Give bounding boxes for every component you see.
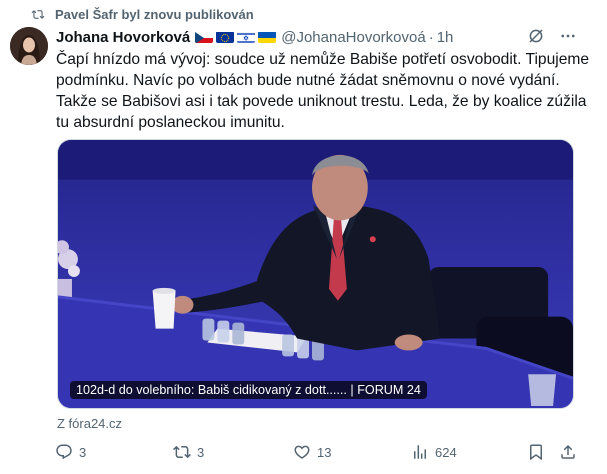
grok-icon[interactable] (527, 27, 545, 45)
reply-icon (56, 444, 72, 460)
more-options-icon[interactable] (559, 27, 577, 45)
tweet-text: Čapí hnízdo má vývoj: soudce už nemůže B… (56, 51, 590, 131)
article-photo (58, 140, 573, 408)
author-handle[interactable]: @JohanaHovorkovoá (281, 29, 425, 46)
action-bar: 3 3 13 624 (55, 443, 580, 465)
header-actions (527, 27, 577, 45)
share-icon (561, 444, 575, 459)
bookmark-button[interactable] (527, 443, 551, 461)
card-source-link[interactable]: Z fóra24.cz (57, 416, 122, 431)
flag-emojis (195, 31, 277, 43)
repost-count: 3 (197, 444, 205, 460)
like-button[interactable]: 13 (293, 443, 331, 461)
repost-button[interactable]: 3 (173, 443, 204, 461)
repost-icon (31, 9, 45, 19)
bookmark-icon (530, 444, 542, 461)
repost-icon (173, 445, 191, 459)
views-count: 624 (435, 444, 457, 460)
heart-icon (294, 445, 310, 459)
like-count: 13 (317, 444, 332, 460)
repost-banner[interactable]: Pavel Šafr byl znovu publikován (31, 5, 254, 23)
views-button[interactable]: 624 (411, 443, 457, 461)
czech-flag-icon (195, 31, 214, 43)
reply-count: 3 (79, 444, 87, 460)
eu-flag-icon (216, 31, 235, 43)
avatar[interactable] (10, 27, 48, 65)
israel-flag-icon (237, 31, 256, 43)
tweet-header: Johana Hovorková @JohanaHovorkovoá · 1h (56, 27, 577, 47)
share-button[interactable] (559, 443, 583, 461)
ukraine-flag-icon (258, 31, 277, 43)
author-name[interactable]: Johana Hovorková (56, 29, 190, 46)
separator-dot: · (428, 28, 434, 46)
card-caption: 102d-d do volebního: Babiš cidikovaný z … (70, 381, 427, 399)
views-icon (414, 445, 426, 459)
link-card[interactable]: 102d-d do volebního: Babiš cidikovaný z … (57, 139, 574, 409)
tweet-time[interactable]: 1h (437, 29, 454, 46)
repost-text: Pavel Šafr byl znovu publikován (55, 6, 254, 22)
reply-button[interactable]: 3 (55, 443, 86, 461)
